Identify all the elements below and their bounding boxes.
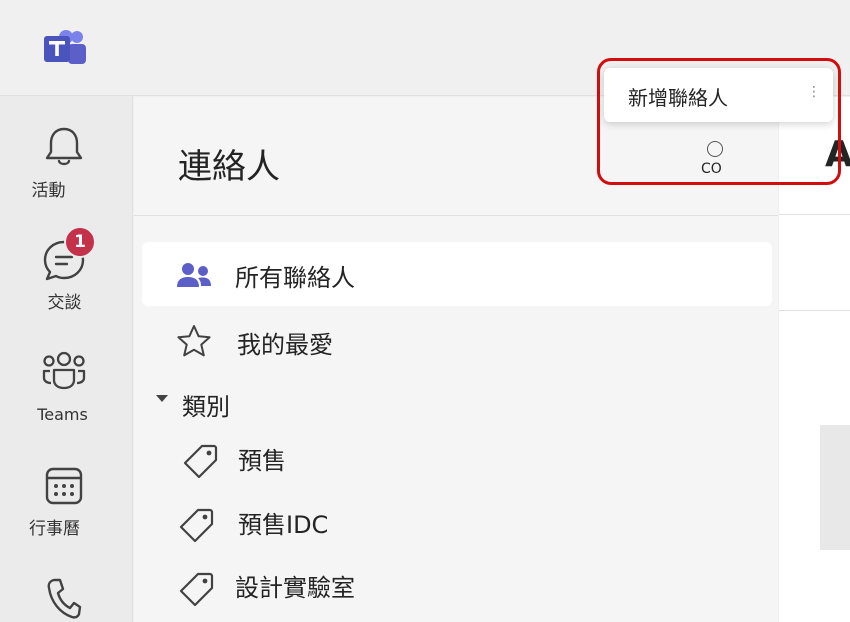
- category-item-presales-idc[interactable]: 預售IDC: [142, 495, 772, 559]
- teams-icon: [42, 351, 86, 390]
- bell-icon: [45, 127, 83, 166]
- category-label-presales: 預售: [238, 447, 286, 475]
- app-rail: 活動 交談 Teams 行事曆 1: [0, 96, 133, 622]
- rail-item-chat[interactable]: 交談: [0, 206, 125, 316]
- rail-label-teams: Teams: [37, 405, 88, 424]
- rail-item-calls[interactable]: [0, 536, 125, 622]
- nav-label-favorites: 我的最愛: [237, 331, 333, 359]
- star-icon: [177, 325, 211, 357]
- rail-label-activity: 活動: [31, 181, 66, 201]
- nav-item-favorites[interactable]: 我的最愛: [142, 310, 772, 374]
- highlight-annotation: [597, 58, 841, 185]
- divider: [779, 310, 850, 311]
- category-label-design-lab: 設計實驗室: [235, 574, 355, 602]
- teams-logo-icon[interactable]: [42, 28, 88, 70]
- category-header[interactable]: 類別: [142, 373, 772, 431]
- rail-item-calendar[interactable]: 行事曆: [0, 426, 125, 539]
- nav-item-all-contacts[interactable]: 所有聯絡人: [142, 242, 772, 306]
- rail-item-activity[interactable]: 活動: [0, 96, 125, 206]
- rail-item-teams[interactable]: Teams: [0, 316, 125, 426]
- people-icon: [177, 263, 211, 287]
- placeholder-block: [820, 425, 850, 550]
- tag-icon: [179, 572, 214, 607]
- caret-down-icon: [156, 395, 168, 402]
- divider: [779, 214, 850, 215]
- phone-icon: [47, 578, 82, 619]
- nav-label-all-contacts: 所有聯絡人: [235, 264, 355, 292]
- calendar-icon: [45, 467, 83, 505]
- tag-icon: [183, 444, 218, 479]
- tag-icon: [179, 508, 214, 543]
- page-title: 連絡人: [178, 147, 280, 187]
- category-header-label: 類別: [182, 393, 230, 421]
- category-item-presales[interactable]: 預售: [142, 431, 772, 495]
- category-item-design-lab[interactable]: 設計實驗室: [142, 559, 772, 622]
- rail-label-chat: 交談: [47, 293, 82, 313]
- category-label-presales-idc: 預售IDC: [238, 511, 329, 539]
- chat-notification-badge: 1: [64, 226, 96, 258]
